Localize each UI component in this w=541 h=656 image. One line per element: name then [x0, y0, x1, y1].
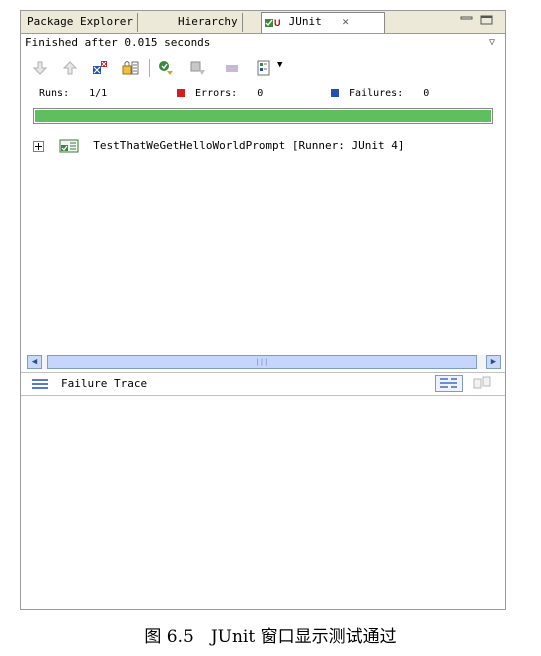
stop-icon[interactable]: [223, 59, 241, 77]
horizontal-scrollbar[interactable]: ◀ ||| ▶: [27, 355, 501, 369]
error-icon: [177, 89, 185, 97]
rerun-test-icon[interactable]: [157, 59, 175, 77]
tab-package-explorer[interactable]: Package Explorer: [23, 13, 138, 32]
tab-label: JUnit: [288, 15, 322, 28]
svg-text:U: U: [274, 18, 281, 28]
compare-results-icon[interactable]: [471, 375, 495, 392]
runs-value: 1/1: [89, 88, 108, 99]
next-failure-icon[interactable]: [31, 59, 49, 77]
junit-view-window: Package Explorer Hierarchy U JUnit ✕ Fin…: [20, 10, 506, 610]
runs-counter: Runs: 1/1: [39, 88, 107, 99]
progress-fill: [35, 110, 491, 122]
failures-label: Failures:: [349, 88, 404, 99]
failure-trace-title: Failure Trace: [61, 377, 148, 390]
filter-stack-trace-icon[interactable]: [435, 375, 463, 392]
failures-value: 0: [423, 88, 430, 99]
status-text: Finished after 0.015 seconds: [25, 36, 211, 49]
failure-trace-content: [21, 396, 505, 608]
tab-label: Hierarchy: [178, 15, 238, 28]
tree-item[interactable]: TestThatWeGetHelloWorldPrompt [Runner: J…: [33, 139, 405, 155]
failure-trace-icon: [32, 379, 48, 389]
test-tree[interactable]: TestThatWeGetHelloWorldPrompt [Runner: J…: [25, 135, 501, 355]
view-tab-bar: Package Explorer Hierarchy U JUnit ✕: [21, 11, 505, 34]
show-failures-only-icon[interactable]: [91, 59, 109, 77]
maximize-icon[interactable]: [480, 15, 493, 25]
failures-counter: Failures: 0: [331, 88, 429, 99]
errors-value: 0: [257, 88, 264, 99]
runs-label: Runs:: [39, 88, 70, 99]
progress-bar: [33, 108, 493, 124]
expand-icon[interactable]: [33, 140, 44, 152]
failure-icon: [331, 89, 339, 97]
history-dropdown-icon[interactable]: ▼: [277, 60, 282, 70]
figure-caption: 图 6.5 JUnit 窗口显示测试通过: [144, 627, 397, 647]
close-tab-icon[interactable]: ✕: [342, 15, 349, 28]
test-suite-ok-icon: [59, 139, 79, 153]
scroll-right-button[interactable]: ▶: [486, 355, 501, 369]
test-counters: Runs: 1/1 Errors: 0 Failures: 0: [21, 85, 505, 105]
errors-counter: Errors: 0: [177, 88, 263, 99]
previous-failure-icon[interactable]: [61, 59, 79, 77]
scrollbar-thumb[interactable]: |||: [47, 355, 477, 369]
junit-icon: U: [265, 18, 281, 28]
minimize-icon[interactable]: [460, 15, 473, 25]
test-run-history-icon[interactable]: [255, 59, 273, 77]
scroll-left-button[interactable]: ◀: [27, 355, 42, 369]
view-menu-icon[interactable]: ▽: [489, 37, 495, 48]
errors-label: Errors:: [195, 88, 238, 99]
tab-hierarchy[interactable]: Hierarchy: [174, 13, 243, 32]
scroll-lock-icon[interactable]: [121, 59, 139, 77]
failure-trace-header: Failure Trace: [21, 372, 505, 396]
tree-item-label: TestThatWeGetHelloWorldPrompt [Runner: J…: [93, 139, 405, 152]
tab-junit[interactable]: U JUnit ✕: [261, 12, 385, 33]
tab-label: Package Explorer: [27, 15, 133, 28]
rerun-failures-first-icon[interactable]: [189, 59, 207, 77]
